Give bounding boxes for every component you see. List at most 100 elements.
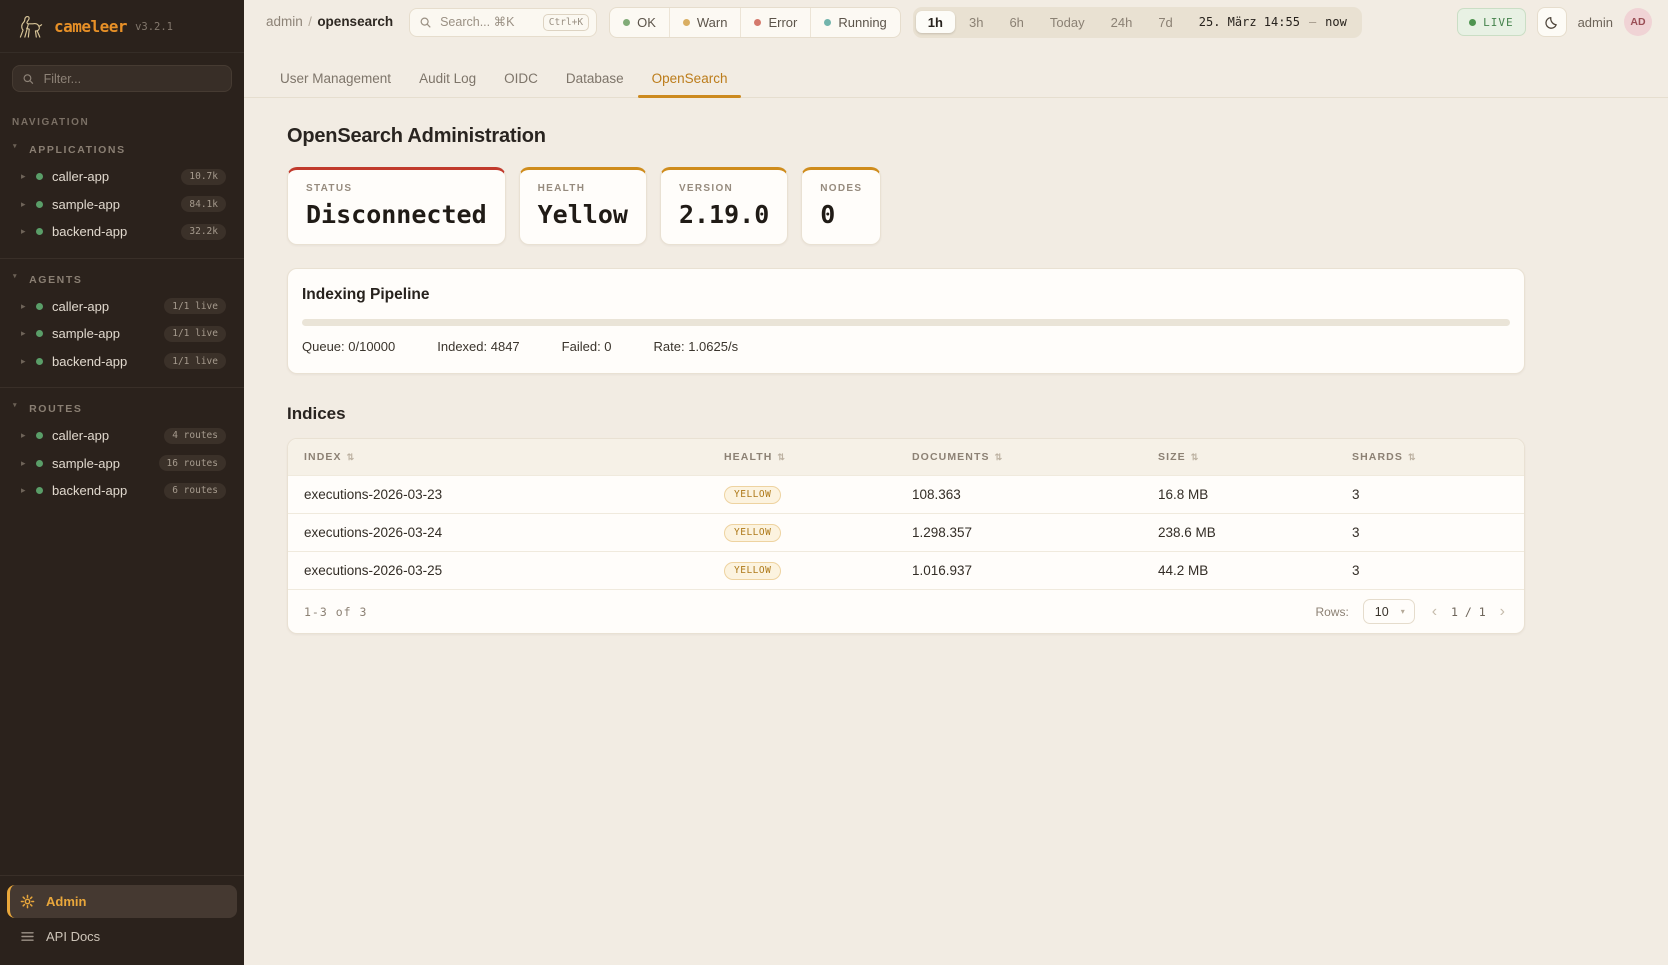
breadcrumb-current: opensearch [317, 14, 393, 29]
page-indicator: 1 / 1 [1451, 605, 1486, 619]
sort-icon: ⇅ [995, 452, 1004, 463]
status-filter-label: Error [768, 15, 797, 30]
camel-logo-icon [16, 13, 46, 40]
time-range-button[interactable]: 3h [957, 11, 995, 33]
table-row[interactable]: executions-2026-03-25 YELLOW 1.016.937 4… [288, 551, 1524, 589]
status-filter-label: Running [838, 15, 886, 30]
theme-toggle-button[interactable] [1537, 7, 1567, 37]
stat-label: STATUS [306, 183, 487, 194]
rows-per-page-value: 10 [1375, 605, 1389, 619]
sidebar-item-label: sample-app [52, 197, 120, 212]
sidebar-item[interactable]: ▸ backend-app 1/1 live [0, 348, 244, 376]
section-header[interactable]: ▾ ROUTES [0, 397, 244, 422]
tab[interactable]: OIDC [490, 61, 552, 97]
stat-value: Disconnected [306, 200, 487, 229]
section-items: ▸ caller-app 1/1 live ▸ sample-app 1/1 l… [0, 293, 244, 376]
column-label: HEALTH [724, 451, 772, 463]
rows-per-page-select[interactable]: 10 ▾ [1363, 599, 1415, 624]
cell-size: 16.8 MB [1142, 487, 1336, 502]
live-badge[interactable]: LIVE [1457, 8, 1526, 36]
sidebar-item-admin[interactable]: Admin [7, 885, 237, 918]
status-filter-chip[interactable]: Error [741, 8, 811, 37]
search-input[interactable] [438, 14, 537, 30]
gear-icon [20, 894, 35, 909]
column-header[interactable]: DOCUMENTS ⇅ [896, 451, 1142, 463]
sidebar-item[interactable]: ▸ caller-app 10.7k [0, 163, 244, 191]
date-range-separator: — [1309, 15, 1316, 29]
table-row[interactable]: executions-2026-03-23 YELLOW 108.363 16.… [288, 475, 1524, 513]
tab[interactable]: Audit Log [405, 61, 490, 97]
username: admin [1578, 15, 1613, 30]
health-badge: YELLOW [724, 486, 781, 504]
status-filter-chip[interactable]: Running [811, 8, 899, 37]
main-area: admin / opensearch Ctrl+K OK Warn [244, 0, 1668, 965]
status-filter-chip[interactable]: Warn [670, 8, 742, 37]
navigation-label: NAVIGATION [12, 117, 232, 128]
app-logo: cameleer v3.2.1 [0, 0, 244, 53]
chevron-right-icon: ▸ [21, 171, 32, 182]
tab[interactable]: OpenSearch [638, 61, 742, 97]
sidebar-item[interactable]: ▸ caller-app 1/1 live [0, 293, 244, 321]
sidebar: cameleer v3.2.1 NAVIGATION ▾ APPLICATION… [0, 0, 244, 965]
breadcrumb-parent[interactable]: admin [266, 14, 303, 29]
sidebar-filter[interactable] [12, 65, 232, 92]
section-items: ▸ caller-app 10.7k ▸ sample-app 84.1k [0, 163, 244, 246]
sidebar-item-api-docs[interactable]: API Docs [7, 920, 237, 953]
sidebar-item[interactable]: ▸ sample-app 16 routes [0, 450, 244, 478]
sidebar-item[interactable]: ▸ caller-app 4 routes [0, 422, 244, 450]
chevron-right-icon: ▸ [21, 458, 32, 469]
menu-list-icon [20, 929, 35, 944]
status-filter-group: OK Warn Error Running [609, 7, 901, 38]
date-range[interactable]: 25. März 14:55 — now [1185, 15, 1359, 29]
moon-icon [1544, 15, 1559, 30]
cell-shards: 3 [1336, 525, 1524, 540]
tab[interactable]: User Management [266, 61, 405, 97]
column-label: INDEX [304, 451, 342, 463]
sidebar-item-label: sample-app [52, 326, 120, 341]
sidebar-item-label: sample-app [52, 456, 120, 471]
next-page-button[interactable]: › [1497, 603, 1508, 621]
table-row[interactable]: executions-2026-03-24 YELLOW 1.298.357 2… [288, 513, 1524, 551]
sidebar-item[interactable]: ▸ sample-app 1/1 live [0, 320, 244, 348]
sidebar-item[interactable]: ▸ backend-app 32.2k [0, 218, 244, 246]
pipeline-stat: Indexed: 4847 [437, 339, 519, 354]
sidebar-item-badge: 1/1 live [164, 298, 226, 314]
avatar[interactable]: AD [1624, 8, 1652, 36]
stat-label: HEALTH [538, 183, 628, 194]
tab[interactable]: Database [552, 61, 638, 97]
section-label: ROUTES [29, 403, 82, 415]
status-dot [36, 173, 43, 180]
stat-value: 0 [820, 200, 862, 229]
section-header[interactable]: ▾ AGENTS [0, 268, 244, 293]
stat-label: NODES [820, 183, 862, 194]
time-range-button[interactable]: 6h [997, 11, 1035, 33]
time-range-button[interactable]: 7d [1146, 11, 1184, 33]
time-range-button[interactable]: Today [1038, 11, 1097, 33]
global-search[interactable]: Ctrl+K [409, 8, 597, 37]
sidebar-item[interactable]: ▸ sample-app 84.1k [0, 191, 244, 219]
status-filter-chip[interactable]: OK [610, 8, 670, 37]
sidebar-section: ▾ APPLICATIONS ▸ caller-app 10.7k [0, 129, 244, 258]
time-range-button[interactable]: 1h [916, 11, 955, 33]
time-range-button[interactable]: 24h [1099, 11, 1145, 33]
sidebar-item[interactable]: ▸ backend-app 6 routes [0, 477, 244, 505]
page-title: OpenSearch Administration [287, 125, 1525, 148]
sidebar-footer: Admin API Docs [0, 875, 244, 965]
column-header[interactable]: HEALTH ⇅ [708, 451, 896, 463]
column-header[interactable]: INDEX ⇅ [288, 451, 708, 463]
prev-page-button[interactable]: ‹ [1429, 603, 1440, 621]
date-range-start: 25. März 14:55 [1199, 15, 1300, 29]
status-dot [683, 19, 690, 26]
table-header: INDEX ⇅ HEALTH ⇅ DOCUMENTS ⇅ SIZE [288, 439, 1524, 475]
section-header[interactable]: ▾ APPLICATIONS [0, 138, 244, 163]
status-dot [36, 358, 43, 365]
column-header[interactable]: SHARDS ⇅ [1336, 451, 1524, 463]
cell-documents: 1.016.937 [896, 563, 1142, 578]
column-header[interactable]: SIZE ⇅ [1142, 451, 1336, 463]
filter-input[interactable] [42, 71, 222, 87]
result-range: 1-3 of 3 [304, 605, 367, 619]
cell-size: 238.6 MB [1142, 525, 1336, 540]
status-filter-label: Warn [697, 15, 728, 30]
pagination: ‹ 1 / 1 › [1429, 603, 1508, 621]
sidebar-item-badge: 32.2k [181, 224, 226, 240]
